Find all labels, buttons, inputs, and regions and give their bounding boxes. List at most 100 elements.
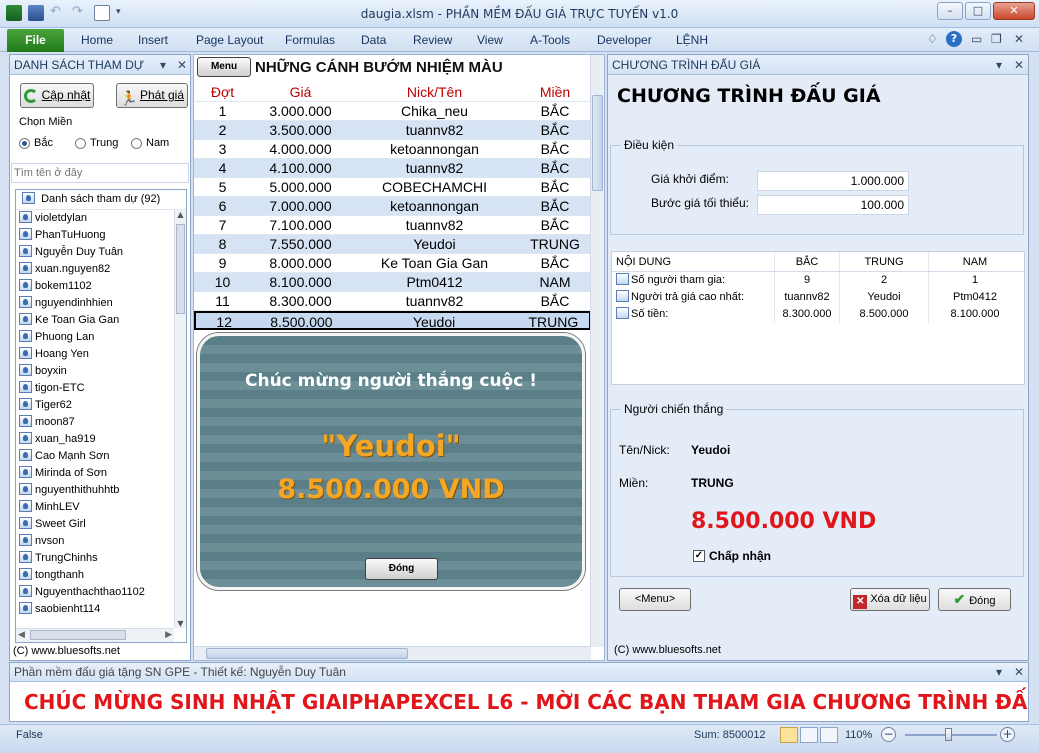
price-cell[interactable]: 7.550.000 xyxy=(251,235,350,253)
nick-cell[interactable]: tuannv82 xyxy=(350,292,519,310)
list-item[interactable]: PhanTuHuong xyxy=(16,227,172,244)
minimize-button[interactable]: – xyxy=(937,2,963,20)
region-cell[interactable]: BẮC xyxy=(519,178,591,196)
zoom-in-icon[interactable]: + xyxy=(1000,727,1015,742)
price-cell[interactable]: 8.300.000 xyxy=(251,292,350,310)
scroll-right-icon[interactable]: ▶ xyxy=(165,630,172,640)
price-cell[interactable]: 7.100.000 xyxy=(251,216,350,234)
region-radio-trung[interactable]: Trung xyxy=(75,137,118,149)
list-item[interactable]: Phuong Lan xyxy=(16,329,172,346)
list-item[interactable]: xuan_ha919 xyxy=(16,431,172,448)
list-item[interactable]: nguyendinhhien xyxy=(16,295,172,312)
table-row[interactable]: 5 5.000.000 COBECHAMCHI BẮC xyxy=(194,178,591,197)
search-input[interactable] xyxy=(11,163,189,183)
tab-view[interactable]: View xyxy=(477,33,503,47)
pane-close-icon[interactable]: ✕ xyxy=(1014,55,1024,75)
nick-cell[interactable]: tuannv82 xyxy=(350,216,519,234)
nick-cell[interactable]: Chika_neu xyxy=(350,102,519,120)
price-cell[interactable]: 8.000.000 xyxy=(251,254,350,272)
list-item[interactable]: moon87 xyxy=(16,414,172,431)
round-cell[interactable]: 10 xyxy=(194,273,251,291)
tab-a-tools[interactable]: A-Tools xyxy=(530,33,570,47)
price-cell[interactable]: 3.000.000 xyxy=(251,102,350,120)
round-cell[interactable]: 3 xyxy=(194,140,251,158)
tab-formulas[interactable]: Formulas xyxy=(285,33,335,47)
list-item[interactable]: nvson xyxy=(16,533,172,550)
nick-cell[interactable]: Ptm0412 xyxy=(350,273,519,291)
list-item[interactable]: Mirinda of Sơn xyxy=(16,465,172,482)
list-item[interactable]: bokem1102 xyxy=(16,278,172,295)
round-cell[interactable]: 5 xyxy=(194,178,251,196)
list-item[interactable]: Ke Toan Gia Gan xyxy=(16,312,172,329)
nick-cell[interactable]: Yeudoi xyxy=(350,313,517,330)
region-cell[interactable]: BẮC xyxy=(519,159,591,177)
table-row[interactable]: 4 4.100.000 tuannv82 BẮC xyxy=(194,159,591,178)
tab-review[interactable]: Review xyxy=(413,33,452,47)
region-cell[interactable]: BẮC xyxy=(519,292,591,310)
pane-close-icon[interactable]: ✕ xyxy=(1014,663,1024,682)
page-break-view-icon[interactable] xyxy=(820,727,838,743)
pane-options-icon[interactable]: ▾ xyxy=(996,663,1002,682)
round-cell[interactable]: 6 xyxy=(194,197,251,215)
workbook-close-icon[interactable]: ✕ xyxy=(1014,32,1024,46)
min-step-field[interactable]: 100.000 xyxy=(757,195,909,215)
scroll-thumb[interactable] xyxy=(176,224,185,314)
accept-checkbox[interactable]: ✓ Chấp nhận xyxy=(693,549,771,563)
table-row[interactable]: 9 8.000.000 Ke Toan Gia Gan BẮC xyxy=(194,254,591,273)
list-item[interactable]: boyxin xyxy=(16,363,172,380)
minimize-ribbon-icon[interactable]: ♢ xyxy=(927,32,938,46)
price-cell[interactable]: 5.000.000 xyxy=(251,178,350,196)
region-cell[interactable]: BẮC xyxy=(519,121,591,139)
popup-close-button[interactable]: Đóng xyxy=(365,558,438,580)
start-price-field[interactable]: 1.000.000 xyxy=(757,171,909,191)
workbook-minimize-icon[interactable]: ▭ xyxy=(971,32,982,46)
price-cell[interactable]: 8.500.000 xyxy=(252,313,350,330)
scroll-thumb[interactable] xyxy=(30,630,126,640)
region-cell[interactable]: BẮC xyxy=(519,140,591,158)
list-item[interactable]: Cao Mạnh Sơn xyxy=(16,448,172,465)
nick-cell[interactable]: ketoannongan xyxy=(350,197,519,215)
list-item[interactable]: violetdylan xyxy=(16,210,172,227)
zoom-out-icon[interactable]: − xyxy=(881,727,896,742)
round-cell[interactable]: 9 xyxy=(194,254,251,272)
workbook-restore-icon[interactable]: ❐ xyxy=(991,32,1002,46)
region-cell[interactable]: BẮC xyxy=(519,216,591,234)
bid-button[interactable]: 🏃 Phát giá xyxy=(116,83,188,108)
delete-data-button[interactable]: ✕ Xóa dữ liệu xyxy=(850,588,930,611)
list-item[interactable]: tongthanh xyxy=(16,567,172,584)
table-row[interactable]: 11 8.300.000 tuannv82 BẮC xyxy=(194,292,591,311)
tab-lenh[interactable]: LỆNH xyxy=(676,33,708,47)
zoom-level[interactable]: 110% xyxy=(845,729,872,741)
close-window-button[interactable]: ✕ xyxy=(993,2,1035,20)
region-cell[interactable]: BẮC xyxy=(519,102,591,120)
sheet-hscroll[interactable] xyxy=(194,646,591,660)
page-layout-view-icon[interactable] xyxy=(800,727,818,743)
round-cell[interactable]: 8 xyxy=(194,235,251,253)
close-button[interactable]: ✔ Đóng xyxy=(938,588,1011,611)
price-cell[interactable]: 7.000.000 xyxy=(251,197,350,215)
nick-cell[interactable]: tuannv82 xyxy=(350,121,519,139)
region-cell[interactable]: NAM xyxy=(519,273,591,291)
table-row[interactable]: 3 4.000.000 ketoannongan BẮC xyxy=(194,140,591,159)
list-item[interactable]: TrungChinhs xyxy=(16,550,172,567)
region-radio-bac[interactable]: Bắc xyxy=(19,137,53,149)
tab-file[interactable]: File xyxy=(7,29,64,52)
nick-cell[interactable]: ketoannongan xyxy=(350,140,519,158)
participant-list-hscroll[interactable]: ◀ ▶ xyxy=(16,628,174,642)
list-item[interactable]: Tiger62 xyxy=(16,397,172,414)
region-cell[interactable]: BẮC xyxy=(519,197,591,215)
list-item[interactable]: saobienht114 xyxy=(16,601,172,618)
menu-back-button[interactable]: <Menu> xyxy=(619,588,691,611)
pane-close-icon[interactable]: ✕ xyxy=(177,55,187,75)
tab-data[interactable]: Data xyxy=(361,33,386,47)
table-row[interactable]: 7 7.100.000 tuannv82 BẮC xyxy=(194,216,591,235)
normal-view-icon[interactable] xyxy=(780,727,798,743)
tab-insert[interactable]: Insert xyxy=(138,33,168,47)
participant-list-vscroll[interactable]: ▲ ▼ xyxy=(174,210,186,628)
help-icon[interactable]: ? xyxy=(946,31,962,47)
price-cell[interactable]: 4.100.000 xyxy=(251,159,350,177)
participant-list-header[interactable]: Danh sách tham dự (92) xyxy=(16,190,186,210)
nick-cell[interactable]: tuannv82 xyxy=(350,159,519,177)
list-item[interactable]: xuan.nguyen82 xyxy=(16,261,172,278)
nick-cell[interactable]: COBECHAMCHI xyxy=(350,178,519,196)
